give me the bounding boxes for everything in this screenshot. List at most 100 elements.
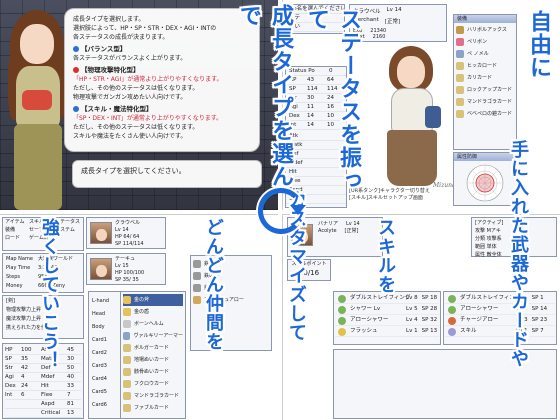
equip-slot[interactable]: ペリボン [456,36,514,48]
equip-slot[interactable]: カリカード [456,72,514,84]
equip-slot[interactable]: ハリボルアックス [456,24,514,36]
equip-slot[interactable]: マンドラゴラカード [456,96,514,108]
equip-slot[interactable]: ペ ノメル [456,48,514,60]
member-level: Lv 15 [115,263,129,269]
item-row[interactable]: 金の盾 [123,306,183,318]
menu-item[interactable]: 装備 [3,226,29,234]
balance-dot-icon [73,46,79,52]
member-hp: HP 100/100 [115,270,145,276]
member-name: クラウベル [115,220,141,226]
card-icon [123,356,131,364]
type-balance-desc: 各ステータスがバランスよく上がります。 [73,55,187,62]
helm-icon [123,320,131,328]
skill-row[interactable]: アローシャワー Lv 2 SP 14 [445,304,555,315]
promo-skills: スキルを [375,218,396,294]
promo-freely: 自由に [526,10,551,79]
member-name: テーキュ [115,256,136,262]
ribbon-icon [456,38,464,46]
party-member-1[interactable]: クラウベル Lv 14 HP 64/ 64 SP 114/114 [86,217,166,249]
arrow-skill-icon [338,305,346,314]
item-list-window: 金の斧 金の盾 ボーンヘルム ヴァルキリーアーマー ボルガーカード 地場ぬいカー… [120,291,186,419]
card-icon [123,392,131,400]
equip-slot[interactable]: ロックアップカード [456,84,514,96]
member-sp: SP 114/114 [115,241,144,247]
type-skill-option[interactable]: 【スキル・魔法特化型】 [73,104,251,114]
steps-label: Steps [6,274,20,280]
skill-char-name: バナリア [318,221,339,227]
type-balance-option[interactable]: 【バランス型】 [73,44,251,54]
member-level: Lv 14 [115,227,129,233]
armor-icon [123,332,131,340]
charge-skill-icon [448,316,456,325]
avatar [90,222,112,244]
arrow-skill-icon [448,305,456,314]
skill-char-class: Acolyte [318,228,337,234]
member-sp: SP 35/ 35 [115,277,139,283]
skill-char-level: Lv 14 [346,221,360,227]
physical-dot-icon [73,67,79,73]
party-member-2[interactable]: テーキュ Lv 15 HP 100/100 SP 35/ 35 [86,253,166,285]
skill-slot-window: ダブルストレイフィング Lv 8 SP 1 アローシャワー Lv 2 SP 14 チャー… [443,291,557,345]
item-row[interactable]: ヴァルキリーアーマー [123,330,183,342]
card-icon [456,86,464,94]
equip-slot[interactable]: ヒッカロード [456,60,514,72]
growth-type-dialog: 成長タイプを選択します。 選択肢によって、HP・SP・STR・DEX・AGI・I… [64,8,260,152]
playtime-label: Play Time [6,265,31,271]
item-row[interactable]: 骸骨ぬいカード [123,366,183,378]
skill-row[interactable]: チャージアロー Lv 3 SP 23 [445,315,555,326]
axe-icon [456,26,464,34]
equip-slot[interactable]: ベベペロの鎧カード [456,108,514,120]
promo-items-cards: 手に入れた武器やカードや [508,140,529,368]
card-icon [456,110,464,118]
type-physical-option[interactable]: 【物理攻撃特化型】 [73,65,251,75]
skill-icon [448,327,456,336]
item-row[interactable]: フクロウカード [123,378,183,390]
intro-line-3: 各ステータスの成長が決まります。 [73,34,169,41]
map-label: Map Name [6,256,33,262]
member-hp: HP 64/ 64 [115,234,140,240]
card-icon [123,380,131,388]
skill-dot-icon [73,106,79,112]
skill-char-state: [正常] [344,228,359,234]
avatar [90,258,112,280]
merchant-illustration [377,46,449,196]
flash-skill-icon [338,327,346,336]
item-row[interactable]: マンドラゴラカード [123,390,183,402]
armor-icon [456,50,464,58]
card-icon [123,344,131,352]
equip-title: 装備 [454,15,516,23]
card-icon [456,98,464,106]
item-row[interactable]: ファブルカード [123,402,183,414]
type-physical-desc-3: 物理攻撃でガンガン攻めたい人向けです。 [73,94,187,101]
char-state: [正常] [384,19,401,25]
type-skill-desc-1: 「SP・DEX・INT」が通常より上がりやすくなります。 [73,115,223,122]
axe-icon [123,296,131,304]
menu-item[interactable]: ロード [3,234,29,242]
type-skill-desc-3: スキルや魔法をたくさん使い人向けです。 [73,133,187,140]
arrow-skill-icon [448,294,456,303]
item-row[interactable]: 地場ぬいカード [123,354,183,366]
prompt-text: 成長タイプを選択してください。 [81,167,186,175]
arrow-skill-icon [338,316,346,325]
promo-get-stronger: 強くしていこう！ [39,218,60,370]
next-value: 2160 [372,34,386,40]
skill-row[interactable]: スキル Lv 1 SP 7 [445,326,555,337]
shield-icon [123,308,131,316]
promo-choose-type: 成長タイプを選んで [236,4,293,188]
arrow-skill-icon [338,294,346,303]
card-icon [123,404,131,412]
skill-row[interactable]: ダブルストレイフィング Lv 8 SP 1 [445,293,555,304]
item-row[interactable]: ボーンヘルム [123,318,183,330]
promo-more-allies: どんどん仲間を [203,218,224,351]
card-icon [456,62,464,70]
card-icon [456,74,464,82]
item-row[interactable]: ボルガーカード [123,342,183,354]
menu-item[interactable]: アイテム [3,218,29,226]
equipment-window: 装備 ハリボルアックス ペリボン ペ ノメル ヒッカロード カリカード ロックア… [453,14,517,150]
money-label: Money [6,283,23,289]
promo-assign-stats: ステータスを振って [304,8,361,192]
item-row[interactable]: 金の斧 [123,294,183,306]
type-skill-desc-2: ただし、その他のステータスは低くなります。 [73,124,199,131]
intro-line-1: 成長タイプを選択します。 [73,16,145,23]
char-level: Lv 14 [386,7,402,13]
